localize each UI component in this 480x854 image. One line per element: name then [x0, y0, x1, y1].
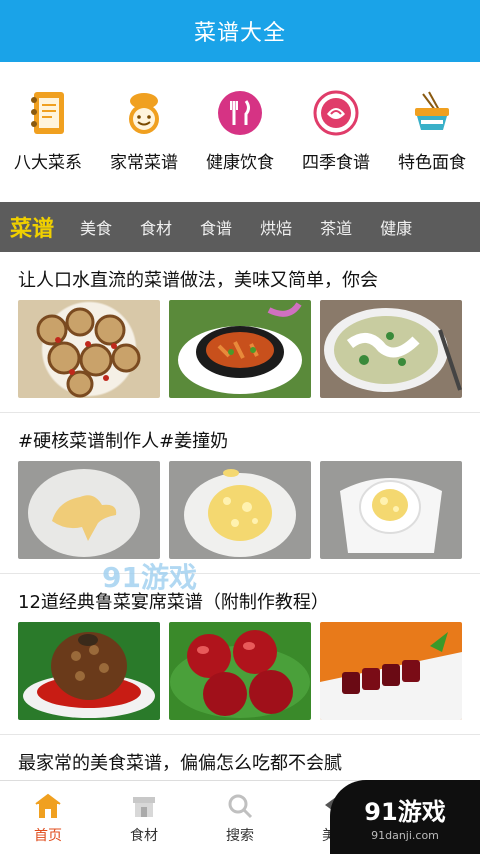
article-thumbnail[interactable] [320, 622, 462, 720]
quicknav-specialty-noodles[interactable]: 特色面食 [384, 88, 480, 173]
nav-search[interactable]: 搜索 [192, 781, 288, 854]
tab-recipes[interactable]: 菜谱 [10, 211, 54, 243]
nav-ingredients[interactable]: 食材 [96, 781, 192, 854]
quicknav-home-recipes[interactable]: 家常菜谱 [96, 88, 192, 173]
article-thumbnail[interactable] [169, 300, 311, 398]
quicknav-label: 特色面食 [398, 153, 466, 173]
article-card[interactable]: 12道经典鲁菜宴席菜谱（附制作教程） [0, 574, 480, 735]
quicknav-eight-cuisines[interactable]: 八大菜系 [0, 88, 96, 173]
article-thumbnail[interactable] [18, 300, 160, 398]
tab-ingredients[interactable]: 食材 [140, 215, 172, 239]
search-icon [228, 794, 253, 819]
article-title[interactable]: 让人口水直流的菜谱做法，美味又简单，你会 [18, 252, 462, 300]
article-title[interactable]: 最家常的美食菜谱，偏偏怎么吃都不会腻 [18, 735, 462, 780]
article-thumbnail[interactable] [320, 461, 462, 559]
quicknav-label: 四季食谱 [302, 153, 370, 173]
cabbage-icon [311, 88, 361, 138]
quick-nav: 八大菜系 家常菜谱 健康饮食 四季食谱 特色面食 [0, 62, 480, 202]
article-thumbnail[interactable] [320, 300, 462, 398]
category-tab-bar: 菜谱 美食 食材 食谱 烘焙 茶道 健康 [0, 202, 480, 252]
tab-food[interactable]: 美食 [80, 215, 112, 239]
tab-baking[interactable]: 烘焙 [260, 215, 292, 239]
watermark-brand: 91游戏 [364, 798, 446, 826]
article-card[interactable]: 让人口水直流的菜谱做法，美味又简单，你会 [0, 252, 480, 413]
nav-label: 食材 [130, 828, 158, 844]
article-title[interactable]: 12道经典鲁菜宴席菜谱（附制作教程） [18, 574, 462, 622]
quicknav-seasonal-recipes[interactable]: 四季食谱 [288, 88, 384, 173]
app-title: 菜谱大全 [193, 21, 286, 46]
home-icon [35, 793, 61, 818]
noodle-bowl-icon [407, 88, 457, 138]
article-thumbnail[interactable] [169, 622, 311, 720]
article-thumbnail[interactable] [18, 461, 160, 559]
quicknav-label: 健康饮食 [206, 153, 274, 173]
tab-health[interactable]: 健康 [380, 215, 412, 239]
article-thumbnail[interactable] [18, 622, 160, 720]
nav-label: 首页 [34, 828, 62, 844]
article-title[interactable]: #硬核菜谱制作人#姜撞奶 [18, 413, 462, 461]
quicknav-healthy-diet[interactable]: 健康饮食 [192, 88, 288, 173]
article-card[interactable]: 最家常的美食菜谱，偏偏怎么吃都不会腻 [0, 735, 480, 780]
app-bar: 菜谱大全 [0, 0, 480, 62]
tab-cookbook[interactable]: 食谱 [200, 215, 232, 239]
article-thumbnail[interactable] [169, 461, 311, 559]
watermark-url: 91danji.com [371, 829, 439, 842]
notebook-icon [23, 88, 73, 138]
store-icon [133, 797, 155, 817]
quicknav-label: 八大菜系 [14, 153, 82, 173]
chef-icon [119, 88, 169, 138]
watermark-badge: 91游戏 91danji.com [330, 780, 480, 854]
nav-label: 搜索 [226, 828, 254, 844]
nav-home[interactable]: 首页 [0, 781, 96, 854]
tab-tea[interactable]: 茶道 [320, 215, 352, 239]
fork-knife-icon [215, 88, 265, 138]
quicknav-label: 家常菜谱 [110, 153, 178, 173]
article-card[interactable]: #硬核菜谱制作人#姜撞奶 [0, 413, 480, 574]
article-feed[interactable]: 让人口水直流的菜谱做法，美味又简单，你会 #硬核菜谱制作人#姜撞奶 12道经典鲁… [0, 252, 480, 780]
